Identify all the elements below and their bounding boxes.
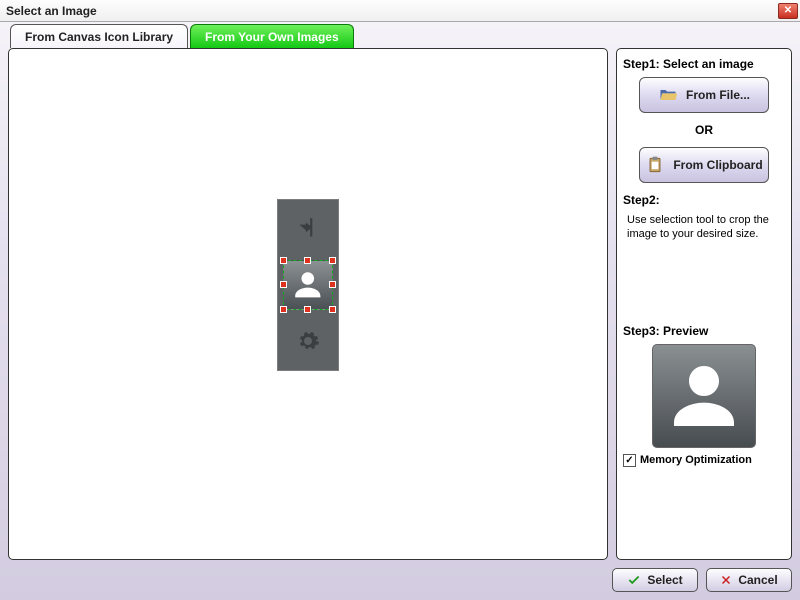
insert-arrow-icon (293, 214, 323, 244)
crop-handle-sw[interactable] (280, 306, 287, 313)
step1-title: Step1: Select an image (623, 57, 785, 71)
crop-handle-ne[interactable] (329, 257, 336, 264)
crop-handle-se[interactable] (329, 306, 336, 313)
window-title: Select an Image (6, 4, 97, 18)
from-clipboard-button[interactable]: From Clipboard (639, 147, 769, 183)
select-button-label: Select (647, 573, 682, 587)
titlebar: Select an Image ✕ (0, 0, 800, 22)
window-close-button[interactable]: ✕ (778, 3, 798, 19)
cancel-button-label: Cancel (738, 573, 777, 587)
memory-optimization-label: Memory Optimization (640, 454, 752, 466)
or-separator: OR (623, 123, 785, 137)
cross-icon (720, 574, 732, 586)
close-icon: ✕ (784, 5, 792, 16)
from-file-button[interactable]: From File... (639, 77, 769, 113)
person-silhouette-icon (291, 268, 325, 302)
side-panel: Step1: Select an image From File... OR F… (616, 48, 792, 560)
memory-optimization-checkbox[interactable]: ✓ (623, 454, 636, 467)
memory-optimization-row: ✓ Memory Optimization (623, 454, 785, 467)
crop-handle-nw[interactable] (280, 257, 287, 264)
gear-icon (293, 326, 323, 356)
clipboard-icon (645, 155, 665, 175)
select-button[interactable]: Select (612, 568, 698, 592)
crop-handle-s[interactable] (304, 306, 311, 313)
from-clipboard-label: From Clipboard (673, 158, 762, 172)
step2-title: Step2: (623, 193, 785, 207)
tab-own-images[interactable]: From Your Own Images (190, 24, 354, 48)
cancel-button[interactable]: Cancel (706, 568, 792, 592)
check-icon (627, 573, 641, 587)
tab-bar: From Canvas Icon Library From Your Own I… (10, 24, 356, 48)
from-file-label: From File... (686, 88, 750, 102)
folder-open-icon (658, 85, 678, 105)
window-body: From Canvas Icon Library From Your Own I… (0, 22, 800, 600)
source-image-strip (277, 199, 339, 371)
crop-handle-n[interactable] (304, 257, 311, 264)
step2-text: Use selection tool to crop the image to … (627, 213, 781, 242)
step3-title: Step3: Preview (623, 324, 785, 338)
crop-handle-w[interactable] (280, 281, 287, 288)
image-work-area[interactable] (8, 48, 608, 560)
footer: Select Cancel (8, 566, 792, 594)
person-silhouette-icon (664, 356, 744, 436)
crop-handle-e[interactable] (329, 281, 336, 288)
crop-selection[interactable] (283, 260, 333, 310)
tab-canvas-library[interactable]: From Canvas Icon Library (10, 24, 188, 48)
preview-thumbnail (652, 344, 756, 448)
